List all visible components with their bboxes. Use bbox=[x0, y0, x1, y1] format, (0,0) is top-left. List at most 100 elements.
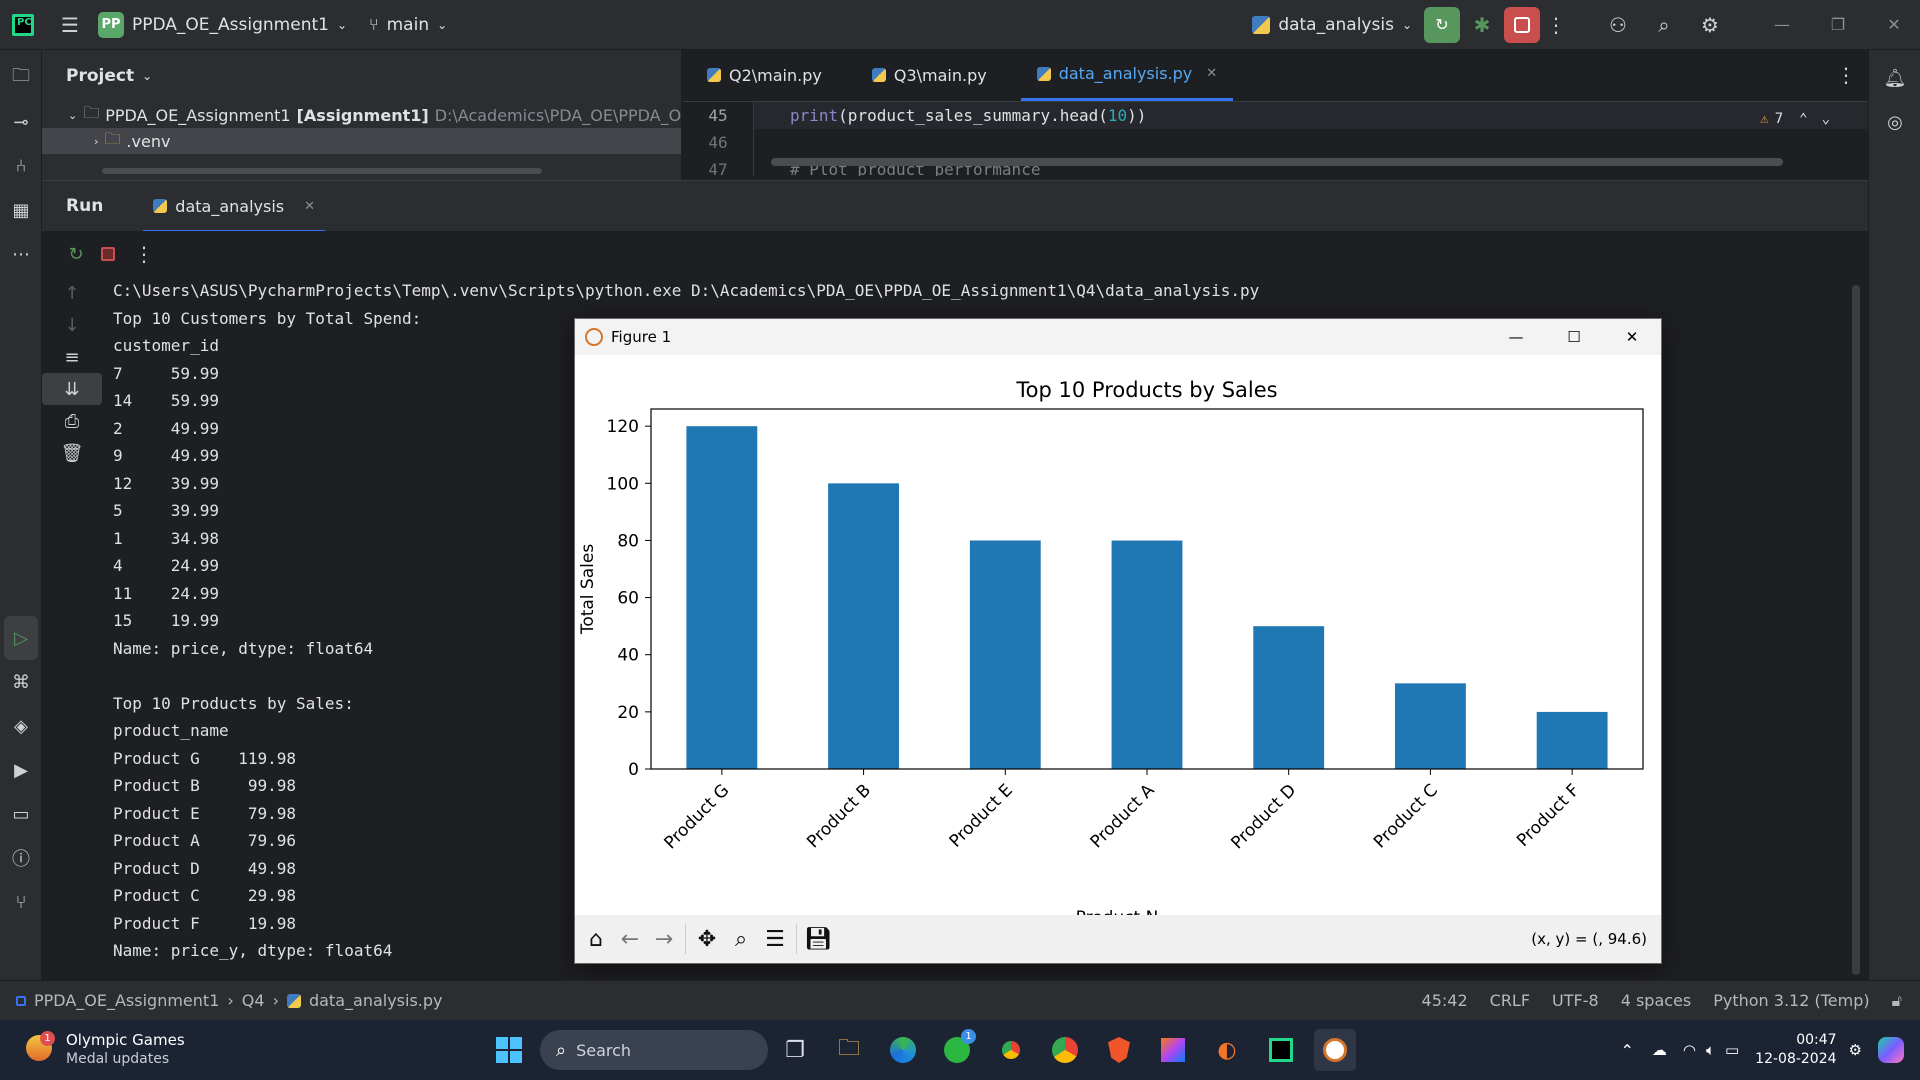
horizontal-scrollbar[interactable] bbox=[102, 168, 542, 174]
minimize-icon[interactable]: — bbox=[1487, 328, 1545, 346]
jupyter-icon[interactable]: ◐ bbox=[1206, 1029, 1248, 1071]
code-with-me-icon[interactable]: ⚇ bbox=[1602, 9, 1634, 41]
task-view-icon[interactable]: ❐ bbox=[774, 1029, 816, 1071]
tree-root-row[interactable]: ⌄ 🗀 PPDA_OE_Assignment1 [Assignment1] D:… bbox=[42, 102, 681, 128]
news-widget[interactable]: 1 Olympic Games Medal updates bbox=[26, 1031, 466, 1069]
pycharm-taskbar-icon[interactable] bbox=[1260, 1029, 1302, 1071]
more-tools-icon[interactable]: ⋯ bbox=[0, 232, 42, 276]
intellij-icon[interactable] bbox=[1152, 1029, 1194, 1071]
home-icon[interactable]: ⌂ bbox=[579, 922, 613, 956]
indent-setting[interactable]: 4 spaces bbox=[1621, 991, 1692, 1010]
chrome-profile-icon[interactable] bbox=[1044, 1029, 1086, 1071]
chevron-down-icon[interactable]: ⌄ bbox=[1822, 106, 1830, 133]
battery-icon[interactable]: ▭ bbox=[1725, 1041, 1739, 1059]
more-actions-icon[interactable]: ⋮ bbox=[1540, 9, 1572, 41]
terminal-icon[interactable]: ▭ bbox=[0, 792, 42, 836]
branch-selector[interactable]: ⑂ main ⌄ bbox=[369, 15, 447, 35]
project-folder-icon[interactable]: 🗀 bbox=[0, 56, 42, 100]
run-config-selector[interactable]: data_analysis ⌄ bbox=[1252, 15, 1412, 35]
run-tool-icon[interactable]: ▷ bbox=[4, 616, 38, 660]
save-icon[interactable]: 💾︎ bbox=[801, 922, 835, 956]
soft-wrap-icon[interactable]: ≡ bbox=[42, 341, 102, 373]
search-icon[interactable]: ⌕ bbox=[1648, 9, 1680, 41]
console-scrollbar[interactable] bbox=[1852, 285, 1860, 975]
file-encoding[interactable]: UTF-8 bbox=[1552, 991, 1599, 1010]
file-explorer-icon[interactable]: 🗀 bbox=[828, 1029, 870, 1071]
problems-icon[interactable]: ⓘ bbox=[0, 836, 42, 880]
git-icon[interactable]: ⑂ bbox=[0, 880, 42, 924]
commit-icon[interactable]: ⊸ bbox=[0, 100, 42, 144]
clock[interactable]: 00:47 12-08-2024 bbox=[1755, 1031, 1836, 1069]
minimize-icon[interactable]: — bbox=[1766, 9, 1798, 41]
close-window-icon[interactable]: ✕ bbox=[1878, 9, 1910, 41]
rerun-icon[interactable]: ↻ bbox=[60, 238, 92, 270]
folder-icon: 🗀 bbox=[83, 102, 100, 122]
python-console-icon[interactable]: ⌘ bbox=[0, 660, 42, 704]
chevron-up-icon[interactable]: ⌃ bbox=[1620, 1041, 1633, 1060]
restore-icon[interactable]: ❐ bbox=[1822, 9, 1854, 41]
code-line: 45 print(product_sales_summary.head(10)) bbox=[683, 102, 1868, 129]
tabs-more-icon[interactable]: ⋮ bbox=[1830, 59, 1862, 91]
scroll-to-end-icon[interactable]: ⇊ bbox=[42, 373, 102, 405]
stop-button[interactable] bbox=[1504, 6, 1540, 43]
tab-data-analysis[interactable]: data_analysis.py ✕ bbox=[1020, 49, 1234, 101]
more-actions-icon[interactable]: ⋮ bbox=[128, 238, 160, 270]
main-menu-icon[interactable]: ☰ bbox=[54, 9, 86, 41]
inspection-widget[interactable]: ⚠ 7 ⌃ ⌄ bbox=[1760, 106, 1830, 133]
zoom-icon[interactable]: ⌕ bbox=[724, 922, 758, 956]
code-area[interactable]: 45 print(product_sales_summary.head(10))… bbox=[683, 102, 1868, 176]
run-panel-title[interactable]: Run bbox=[66, 196, 103, 216]
notifications-bell-icon[interactable]: 🔔︎ bbox=[1869, 56, 1920, 100]
figure-toolbar: ⌂ ← → ✥ ⌕ ☰ 💾︎ (x, y) = (, 94.6) bbox=[575, 915, 1661, 963]
breadcrumb-folder[interactable]: Q4 bbox=[242, 991, 265, 1010]
taskbar-search[interactable]: ⌕ Search bbox=[540, 1030, 768, 1070]
back-arrow-icon[interactable]: ← bbox=[613, 922, 647, 956]
windows-start-icon[interactable] bbox=[488, 1029, 530, 1071]
trash-icon[interactable]: 🗑︎ bbox=[42, 437, 102, 469]
ai-assistant-icon[interactable]: ◎ bbox=[1869, 100, 1920, 144]
maximize-icon[interactable]: ☐ bbox=[1545, 328, 1603, 346]
read-only-lock-icon[interactable]: 🔓︎ bbox=[1892, 991, 1902, 1011]
rerun-button[interactable]: ↻ bbox=[1424, 6, 1460, 43]
project-panel-header[interactable]: Project ⌄ bbox=[42, 50, 681, 102]
chevron-up-icon[interactable]: ⌃ bbox=[1799, 106, 1807, 133]
structure-icon[interactable]: ▦ bbox=[0, 188, 42, 232]
python-packages-icon[interactable]: ◈ bbox=[0, 704, 42, 748]
stop-icon[interactable] bbox=[92, 238, 124, 270]
tab-q3-main[interactable]: Q3\main.py bbox=[856, 49, 1003, 101]
tree-row-venv[interactable]: › 🗀 .venv bbox=[42, 128, 681, 154]
project-selector[interactable]: PP PPDA_OE_Assignment1 ⌄ bbox=[98, 11, 347, 38]
close-tab-icon[interactable]: ✕ bbox=[1206, 66, 1217, 81]
run-tab-data-analysis[interactable]: data_analysis ✕ bbox=[143, 183, 326, 233]
wifi-icon[interactable]: ◠ bbox=[1683, 1041, 1696, 1059]
editor-h-scrollbar[interactable] bbox=[771, 158, 1783, 166]
settings-gear-icon[interactable]: ⚙ bbox=[1694, 9, 1726, 41]
brave-browser-icon[interactable] bbox=[1098, 1029, 1140, 1071]
close-tab-icon[interactable]: ✕ bbox=[304, 199, 315, 214]
matplotlib-taskbar-icon[interactable] bbox=[1314, 1029, 1356, 1071]
whatsapp-icon[interactable]: 1 bbox=[936, 1029, 978, 1071]
arrow-up-icon[interactable]: ↑ bbox=[42, 277, 102, 309]
onedrive-cloud-icon[interactable]: ☁ bbox=[1652, 1041, 1667, 1059]
bar-chart[interactable]: Top 10 Products by Sales Product G Product… bbox=[575, 355, 1661, 915]
breadcrumb-project[interactable]: PPDA_OE_Assignment1 bbox=[34, 991, 219, 1010]
debug-button[interactable]: ✱ bbox=[1466, 9, 1498, 41]
arrow-down-icon[interactable]: ↓ bbox=[42, 309, 102, 341]
forward-arrow-icon[interactable]: → bbox=[647, 922, 681, 956]
volume-icon[interactable]: 🔈︎ bbox=[1706, 1041, 1715, 1059]
tab-q2-main[interactable]: Q2\main.py bbox=[691, 49, 838, 101]
pan-icon[interactable]: ✥ bbox=[690, 922, 724, 956]
pull-requests-icon[interactable]: ⑃ bbox=[0, 144, 42, 188]
edge-browser-icon[interactable] bbox=[882, 1029, 924, 1071]
breadcrumb-file[interactable]: data_analysis.py bbox=[309, 991, 443, 1010]
caret-position[interactable]: 45:42 bbox=[1422, 991, 1468, 1010]
close-window-icon[interactable]: ✕ bbox=[1603, 328, 1661, 346]
line-separator[interactable]: CRLF bbox=[1490, 991, 1530, 1010]
services-icon[interactable]: ▶ bbox=[0, 748, 42, 792]
settings-gear-icon[interactable]: ⚙ bbox=[1849, 1041, 1862, 1059]
chrome-icon[interactable] bbox=[990, 1029, 1032, 1071]
python-interpreter[interactable]: Python 3.12 (Temp) bbox=[1713, 991, 1869, 1010]
copilot-icon[interactable] bbox=[1878, 1037, 1904, 1063]
print-icon[interactable]: ⎙ bbox=[42, 405, 102, 437]
configure-subplots-icon[interactable]: ☰ bbox=[758, 922, 792, 956]
